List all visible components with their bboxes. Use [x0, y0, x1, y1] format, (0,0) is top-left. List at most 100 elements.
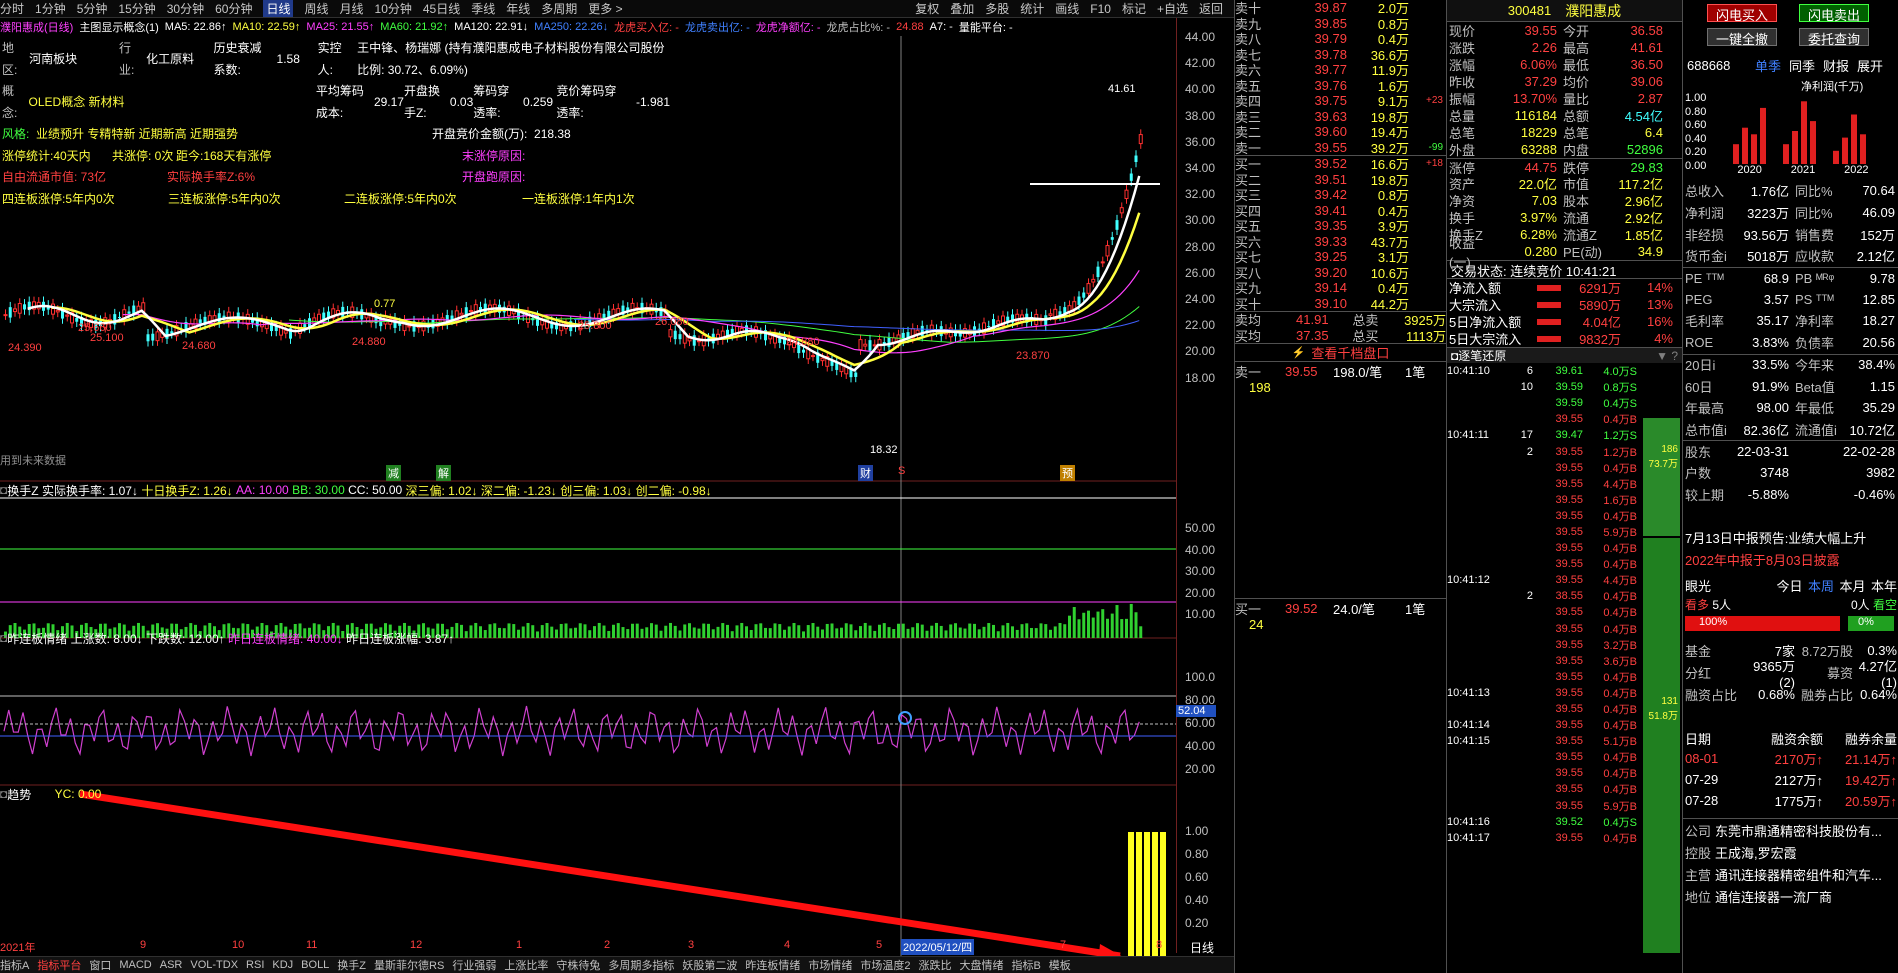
turnover-bar: [493, 623, 497, 638]
tab-expand[interactable]: 展开: [1857, 56, 1883, 75]
indicator-tab[interactable]: VOL-TDX: [190, 959, 238, 971]
indicator-tab[interactable]: 昨连板情绪: [745, 957, 800, 973]
indicator-tab[interactable]: 行业强弱: [452, 957, 496, 973]
event-marker[interactable]: S: [898, 465, 905, 477]
time-axis: 2021年910111212345678: [0, 939, 1176, 955]
indicator-tab[interactable]: ASR: [160, 959, 183, 971]
period-tab[interactable]: 60分钟: [215, 0, 252, 17]
indicator-tab[interactable]: 涨跌比: [918, 957, 951, 973]
indicator-tab[interactable]: 大盘情绪: [959, 957, 1003, 973]
turnover-bar: [464, 631, 468, 638]
toolbar-button[interactable]: F10: [1090, 2, 1111, 16]
fin-row: 年最高 98.00 年最低 35.29: [1683, 397, 1898, 419]
period-tab[interactable]: 45日线: [423, 0, 460, 17]
indicator-tab[interactable]: 量斯菲尔德RS: [374, 957, 444, 973]
period-tab[interactable]: 日线: [263, 0, 294, 17]
info-label: 地区:: [2, 41, 18, 77]
period-tab[interactable]: 1分钟: [35, 0, 66, 17]
candle-body: [17, 303, 22, 314]
indicator-tab[interactable]: 换手Z: [337, 957, 366, 973]
indicator-tab[interactable]: 上涨比率: [504, 957, 548, 973]
toolbar-button[interactable]: +自选: [1157, 0, 1188, 17]
toolbar-button[interactable]: 叠加: [950, 0, 974, 17]
depth-link[interactable]: ⚡ 查看千档盘口: [1235, 343, 1446, 361]
tab-quarter[interactable]: 单季: [1755, 56, 1781, 75]
ask-row[interactable]: 卖一 39.55 39.2万 -99: [1235, 140, 1446, 156]
indicator-tab[interactable]: 指标B: [1011, 957, 1040, 973]
turnover-bar: [778, 624, 782, 638]
flash-buy-button[interactable]: 闪电买入: [1707, 4, 1777, 23]
tab-month[interactable]: 本月: [1839, 576, 1865, 595]
queue-order[interactable]: 198: [1235, 380, 1446, 395]
order-query-button[interactable]: 委托查询: [1799, 28, 1869, 47]
tab-same-quarter[interactable]: 同季: [1789, 56, 1815, 75]
sentiment-tabs: 眼光 今日 本周 本月 本年: [1685, 576, 1897, 595]
indicator-tab[interactable]: MACD: [119, 959, 151, 971]
candle-body: [854, 372, 858, 377]
ma5-label: MA5: 22.86↑: [164, 21, 227, 33]
period-tab[interactable]: 10分钟: [375, 0, 412, 17]
period-tab[interactable]: 月线: [340, 0, 364, 17]
period-tab[interactable]: 季线: [471, 0, 495, 17]
indicator-tab[interactable]: 市场温度2: [860, 957, 910, 973]
indicator-tab[interactable]: KDJ: [272, 959, 293, 971]
indicator-tab[interactable]: 指标A: [0, 957, 29, 973]
tab-report[interactable]: 财报: [1823, 56, 1849, 75]
indicator-tab[interactable]: 守株待兔: [556, 957, 600, 973]
turnover-bar: [821, 629, 824, 638]
toolbar-button[interactable]: 返回: [1199, 0, 1223, 17]
period-tab[interactable]: 更多 >: [588, 0, 622, 17]
flash-sell-button[interactable]: 闪电卖出: [1799, 4, 1869, 23]
profit-axis-tick: 1.00: [1685, 92, 1707, 104]
toolbar-button[interactable]: 标记: [1122, 0, 1146, 17]
indicator-tab[interactable]: 模板: [1049, 957, 1071, 973]
tick-row: 39.55 0.4万B: [1447, 411, 1649, 427]
tick-volume: 1.6万B: [1603, 494, 1637, 507]
fund-row: 分红 9365万(2) 募资 4.27亿(1): [1683, 659, 1898, 690]
bid-row[interactable]: 买十 39.10 44.2万: [1235, 296, 1446, 312]
news-headline[interactable]: 2022年中报于8月03日披露: [1685, 550, 1840, 569]
tick-count: 6: [1526, 365, 1533, 378]
time-tick: 1: [516, 939, 523, 951]
indicator-tab[interactable]: 窗口: [89, 957, 111, 973]
time-tick: 4: [784, 939, 791, 951]
tick-time: 10:41:16: [1447, 815, 1490, 828]
toolbar-button[interactable]: 统计: [1020, 0, 1044, 17]
toolbar-button[interactable]: 画线: [1055, 0, 1079, 17]
fin-value: 3.83%: [1752, 335, 1789, 351]
concept-toggle[interactable]: 主图显示概念(1): [79, 19, 158, 35]
turnover-bar: [1044, 624, 1048, 638]
period-tab[interactable]: 年线: [506, 0, 530, 17]
period-tab[interactable]: 分时: [0, 0, 24, 17]
period-tab[interactable]: 30分钟: [167, 0, 204, 17]
indicator-tab[interactable]: BOLL: [301, 959, 329, 971]
indicator-tab[interactable]: 妖股第二波: [682, 957, 737, 973]
indicator-tab[interactable]: RSI: [246, 959, 264, 971]
indicator-tab[interactable]: 多周期多指标: [608, 957, 674, 973]
cancel-all-button[interactable]: 一键全撤: [1707, 28, 1777, 47]
toolbar-button[interactable]: 多股: [985, 0, 1009, 17]
value-label: 24.88: [896, 21, 924, 33]
tab-week[interactable]: 本周: [1808, 576, 1834, 595]
news-headline[interactable]: 7月13日中报预告:业绩大幅上升: [1685, 528, 1866, 547]
event-marker[interactable]: 解: [436, 465, 451, 481]
event-marker[interactable]: 预: [1060, 465, 1075, 481]
indicator-tab[interactable]: 市场情绪: [808, 957, 852, 973]
tab-today[interactable]: 今日: [1776, 576, 1802, 595]
queue-order[interactable]: 24: [1235, 617, 1446, 632]
candle-body: [678, 334, 682, 340]
period-tab[interactable]: 15分钟: [118, 0, 155, 17]
candle-body: [820, 357, 825, 362]
level-price: 39.25: [1314, 249, 1347, 265]
indicator-tab[interactable]: 指标平台: [37, 957, 81, 973]
fund-value: 9365万(2): [1753, 658, 1795, 690]
tick-list: 10:41:10 6 39.61 4.0万S 10 39.59 0.8万S 39.59 0.4万…: [1447, 363, 1649, 846]
event-marker[interactable]: 减: [386, 465, 401, 481]
toolbar-button[interactable]: 复权: [915, 0, 939, 17]
period-tab[interactable]: 周线: [304, 0, 328, 17]
event-marker[interactable]: 财: [858, 465, 873, 481]
tab-year[interactable]: 本年: [1871, 576, 1897, 595]
period-tab[interactable]: 5分钟: [77, 0, 108, 17]
depth-link-text[interactable]: 查看千档盘口: [1311, 343, 1389, 362]
period-tab[interactable]: 多周期: [541, 0, 577, 17]
